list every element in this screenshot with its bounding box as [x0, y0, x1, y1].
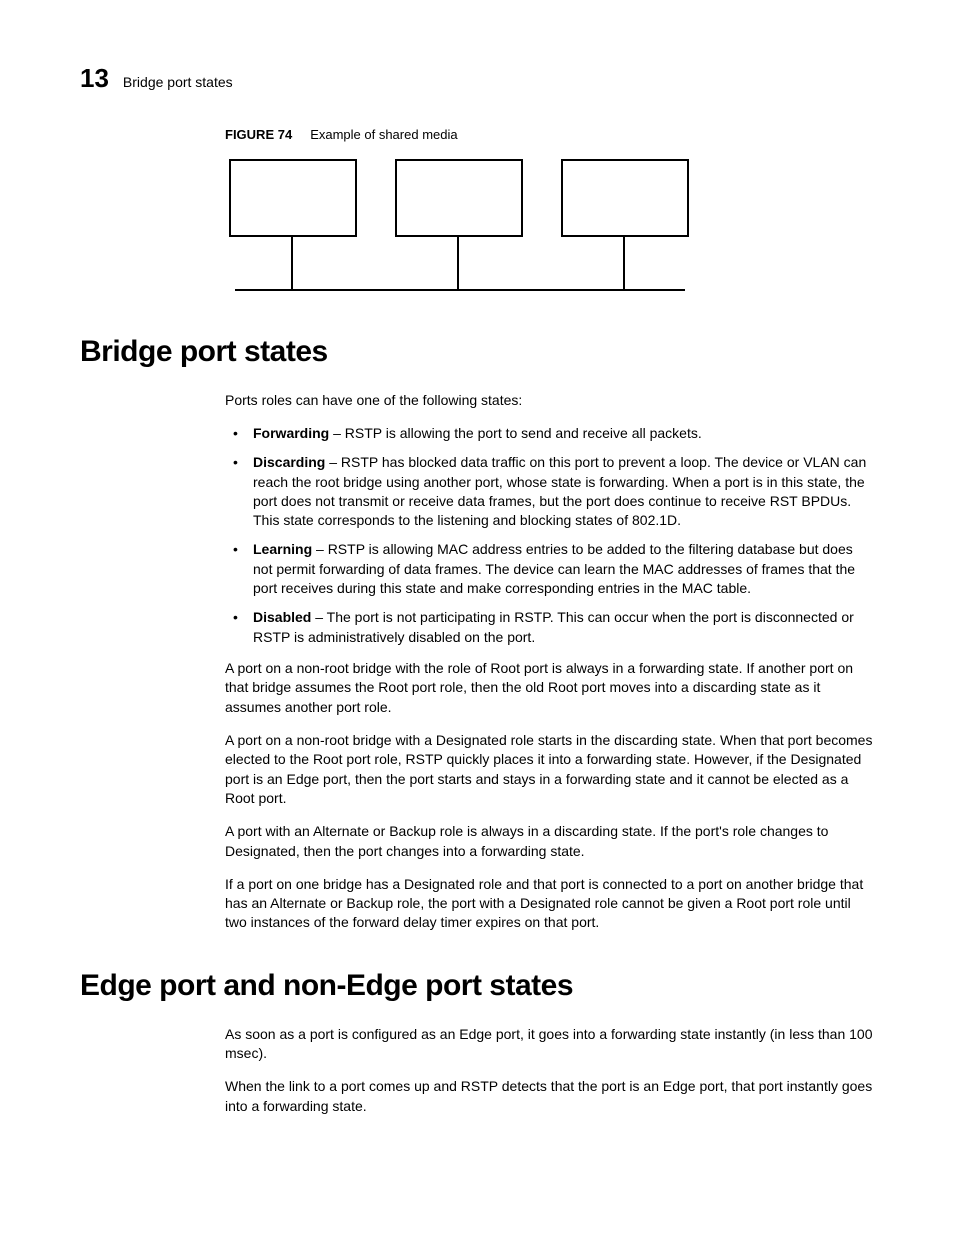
figure-label: FIGURE 74: [225, 127, 292, 142]
figure-diagram: [225, 159, 884, 291]
section-heading-edge-port: Edge port and non-Edge port states: [80, 965, 884, 1007]
intro-paragraph: Ports roles can have one of the followin…: [225, 391, 874, 410]
desc: – RSTP is allowing the port to send and …: [329, 425, 702, 441]
diagram-hline: [235, 289, 685, 291]
body-paragraph: As soon as a port is configured as an Ed…: [225, 1025, 874, 1064]
figure-caption: FIGURE 74 Example of shared media: [225, 126, 884, 144]
body-paragraph: If a port on one bridge has a Designated…: [225, 875, 874, 933]
term: Forwarding: [253, 425, 329, 441]
diagram-box: [395, 159, 523, 237]
body-paragraph: A port with an Alternate or Backup role …: [225, 822, 874, 861]
states-list: Forwarding – RSTP is allowing the port t…: [225, 424, 874, 647]
body-paragraph: When the link to a port comes up and RST…: [225, 1077, 874, 1116]
diagram-boxes-row: [229, 159, 884, 237]
section1-body: Ports roles can have one of the followin…: [225, 391, 874, 933]
desc: – RSTP has blocked data traffic on this …: [253, 454, 866, 528]
desc: – The port is not participating in RSTP.…: [253, 609, 854, 644]
list-item: Learning – RSTP is allowing MAC address …: [225, 540, 874, 598]
diagram-vline: [291, 237, 293, 289]
figure-caption-text: Example of shared media: [310, 127, 457, 142]
list-item: Discarding – RSTP has blocked data traff…: [225, 453, 874, 530]
term: Disabled: [253, 609, 311, 625]
diagram-box: [561, 159, 689, 237]
page-header: 13 Bridge port states: [80, 60, 884, 96]
diagram-box: [229, 159, 357, 237]
running-title: Bridge port states: [123, 73, 233, 93]
list-item: Forwarding – RSTP is allowing the port t…: [225, 424, 874, 443]
list-item: Disabled – The port is not participating…: [225, 608, 874, 647]
desc: – RSTP is allowing MAC address entries t…: [253, 541, 855, 596]
section-heading-bridge-port-states: Bridge port states: [80, 331, 884, 373]
term: Learning: [253, 541, 312, 557]
diagram-vline: [623, 237, 625, 289]
body-paragraph: A port on a non-root bridge with a Desig…: [225, 731, 874, 808]
diagram-vline: [457, 237, 459, 289]
term: Discarding: [253, 454, 325, 470]
page-number: 13: [80, 60, 109, 96]
section2-body: As soon as a port is configured as an Ed…: [225, 1025, 874, 1116]
diagram-connectors: [225, 237, 685, 291]
body-paragraph: A port on a non-root bridge with the rol…: [225, 659, 874, 717]
